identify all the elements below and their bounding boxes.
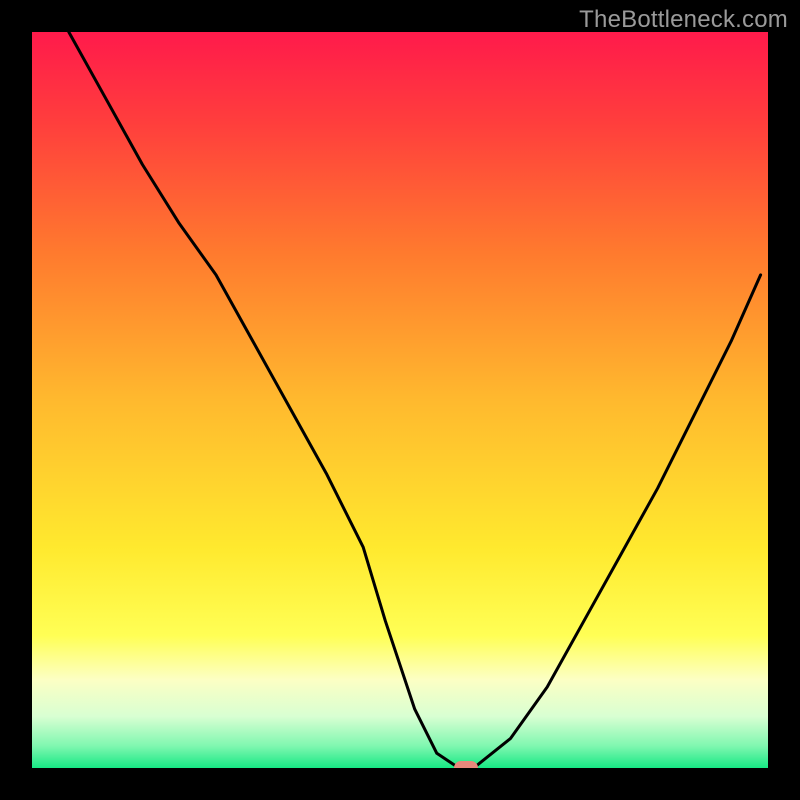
plot-area bbox=[32, 32, 768, 768]
optimal-marker bbox=[454, 761, 478, 768]
chart-frame: TheBottleneck.com bbox=[0, 0, 800, 800]
watermark-text: TheBottleneck.com bbox=[579, 6, 788, 34]
plot-svg bbox=[32, 32, 768, 768]
gradient-bg bbox=[32, 32, 768, 768]
